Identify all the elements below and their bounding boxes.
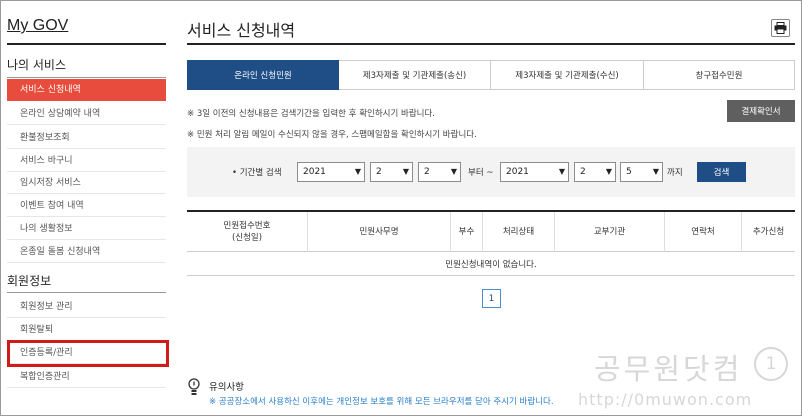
col-service-name: 민원사무명: [307, 212, 450, 252]
result-table: 민원접수번호 (신청일) 민원사무명 부수 처리상태 교부기관 연락처 추가신청…: [187, 210, 795, 276]
watermark-text: 공무원닷컴: [594, 352, 743, 386]
to-day-select[interactable]: 5 ▼: [620, 162, 663, 182]
col-status: 처리상태: [482, 212, 554, 252]
chevron-down-icon: ▼: [450, 167, 457, 176]
sidebar-item-life-info[interactable]: 나의 생활정보: [7, 218, 166, 240]
from-month-value: 2: [376, 167, 382, 177]
to-day-value: 5: [626, 167, 632, 177]
search-panel: • 기간별 검색 2021 ▼ 2 ▼ 2 ▼ 부터 ~ 2021 ▼ 2 ▼ 5 ▼ 까지…: [187, 147, 795, 197]
to-text: 까지: [667, 168, 683, 178]
from-day-select[interactable]: 2 ▼: [418, 162, 461, 182]
lightbulb-icon: [188, 378, 200, 395]
col-additional: 추가신청: [741, 212, 795, 252]
sidebar: My GOV 나의 서비스 서비스 신청내역 온라인 상담예약 내역 환불정보조…: [7, 0, 169, 416]
payment-confirm-button[interactable]: 결제확인서: [727, 100, 795, 122]
sidebar-item-temp-saved[interactable]: 임시저장 서비스: [7, 172, 166, 194]
highlight-box: [7, 340, 169, 367]
col-issuing-agency: 교부기관: [554, 212, 664, 252]
col-contact: 연락처: [664, 212, 741, 252]
caution-text: ※ 공공장소에서 사용하신 이후에는 개인정보 보호를 위해 모든 브라우저를 …: [209, 397, 554, 407]
tab-third-party-send[interactable]: 제3자제출 및 기관제출(송신): [339, 60, 491, 90]
sidebar-section-divider: [7, 292, 166, 293]
period-search-label: • 기간별 검색: [232, 168, 282, 178]
col-receipt-number: 민원접수번호 (신청일): [223, 221, 271, 243]
to-year-select[interactable]: 2021 ▼: [500, 162, 569, 182]
sidebar-item-event-history[interactable]: 이벤트 참여 내역: [7, 195, 166, 217]
notice-spam-mail: ※ 민원 처리 알림 메일이 수신되지 않을 경우, 스팸메일함을 확인하시기 …: [187, 130, 477, 140]
col-copies: 부수: [450, 212, 482, 252]
sidebar-item-care-request[interactable]: 온종일 돌봄 신청내역: [7, 241, 166, 263]
chevron-down-icon: ▼: [605, 167, 612, 176]
empty-message: 민원신청내역이 없습니다.: [187, 252, 795, 276]
sidebar-item-service-history[interactable]: 서비스 신청내역: [7, 79, 166, 101]
sidebar-item-service-basket[interactable]: 서비스 바구니: [7, 150, 166, 172]
watermark-url: http://0muwon.com: [578, 390, 753, 409]
to-year-value: 2021: [506, 167, 529, 177]
page-title: 서비스 신청내역: [187, 21, 296, 40]
printer-icon: [774, 22, 787, 34]
tab-online-request[interactable]: 온라인 신청민원: [187, 60, 339, 90]
from-year-value: 2021: [303, 167, 326, 177]
watermark-badge: 1: [754, 347, 788, 381]
from-month-select[interactable]: 2 ▼: [370, 162, 413, 182]
chevron-down-icon: ▼: [652, 167, 659, 176]
sidebar-section-my-service: 나의 서비스: [7, 58, 67, 72]
from-year-select[interactable]: 2021 ▼: [297, 162, 365, 182]
from-day-value: 2: [424, 167, 430, 177]
sidebar-item-withdraw[interactable]: 회원탈퇴: [7, 319, 166, 341]
sidebar-item-member-manage[interactable]: 회원정보 관리: [7, 296, 166, 318]
tab-counter-request[interactable]: 창구접수민원: [644, 60, 795, 90]
sidebar-item-multi-auth[interactable]: 복합인증관리: [7, 366, 166, 388]
to-month-select[interactable]: 2 ▼: [574, 162, 616, 182]
table-header: 민원접수번호 (신청일) 민원사무명 부수 처리상태 교부기관 연락처 추가신청: [187, 210, 795, 252]
chevron-down-icon: ▼: [354, 167, 361, 176]
chevron-down-icon: ▼: [402, 167, 409, 176]
page-1-link[interactable]: 1: [482, 289, 501, 308]
tab-third-party-receive[interactable]: 제3자제출 및 기관제출(수신): [491, 60, 644, 90]
title-divider: [187, 43, 795, 45]
tab-bar: 온라인 신청민원 제3자제출 및 기관제출(송신) 제3자제출 및 기관제출(수…: [187, 60, 795, 90]
print-button[interactable]: [771, 19, 790, 37]
sidebar-section-member-info: 회원정보: [7, 274, 52, 288]
caution-title: 유의사항: [209, 382, 244, 393]
from-text: 부터 ~: [468, 168, 494, 178]
sidebar-section-divider: [7, 77, 166, 78]
sidebar-item-refund-info[interactable]: 환불정보조회: [7, 127, 166, 149]
sidebar-title-divider: [7, 43, 166, 45]
sidebar-title[interactable]: My GOV: [7, 17, 68, 35]
notice-search-period: ※ 3일 이전의 신청내용은 검색기간을 입력한 후 확인하시기 바랍니다.: [187, 109, 435, 119]
search-button[interactable]: 검색: [697, 162, 746, 182]
chevron-down-icon: ▼: [558, 167, 565, 176]
to-month-value: 2: [580, 167, 586, 177]
sidebar-item-online-consult[interactable]: 온라인 상담예약 내역: [7, 103, 166, 125]
